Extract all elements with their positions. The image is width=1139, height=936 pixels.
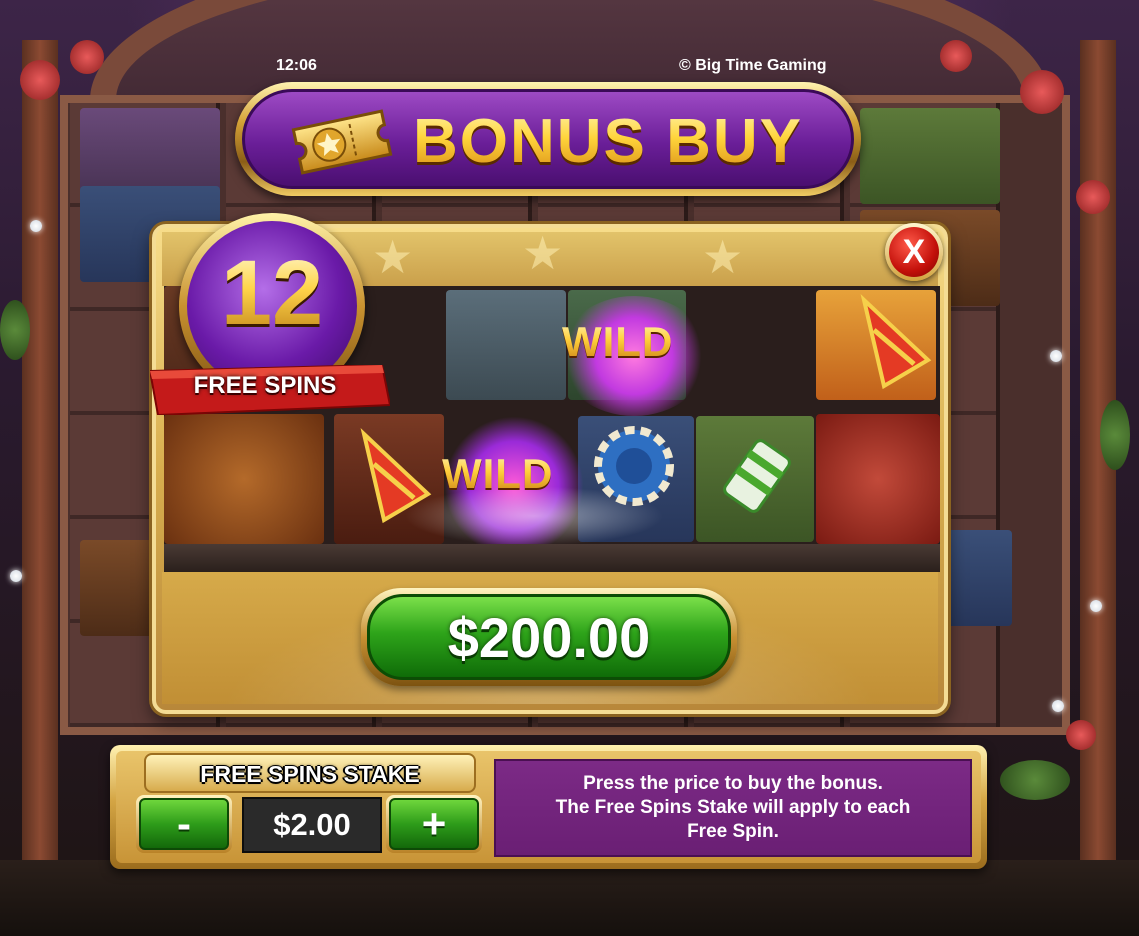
free-spins-count: 12 xyxy=(187,241,357,346)
rose-decoration xyxy=(940,40,972,72)
stake-panel: FREE SPINS STAKE - $2.00 + Press the pri… xyxy=(110,745,987,869)
rocket-cone-symbol xyxy=(360,428,432,524)
star-decoration: ★ xyxy=(522,226,564,280)
free-spins-label: FREE SPINS xyxy=(193,372,337,399)
wild-symbol: WILD xyxy=(562,318,674,365)
banner-title: BONUS BUY xyxy=(413,107,804,176)
stake-panel-body: FREE SPINS STAKE - $2.00 + Press the pri… xyxy=(116,751,981,863)
reel-symbol xyxy=(940,530,1012,626)
instructions-line: The Free Spins Stake will apply to each xyxy=(555,797,911,818)
bonus-buy-banner: BONUS BUY xyxy=(235,82,861,196)
close-button[interactable]: X xyxy=(885,223,943,281)
stake-title: FREE SPINS STAKE xyxy=(200,761,420,787)
right-pillar xyxy=(1080,40,1116,936)
left-pillar xyxy=(22,40,58,936)
light-bulb xyxy=(10,570,22,582)
stake-increase-button[interactable]: + xyxy=(386,795,482,853)
stake-decrease-button[interactable]: - xyxy=(136,795,232,853)
star-decoration: ★ xyxy=(372,230,414,284)
light-bulb xyxy=(1052,700,1064,712)
light-bulb xyxy=(1090,600,1102,612)
preview-bottom-rail xyxy=(164,544,940,572)
preview-tile xyxy=(164,414,324,544)
rose-decoration xyxy=(1076,180,1110,214)
minus-icon[interactable]: - xyxy=(139,798,229,850)
copyright-text: © Big Time Gaming xyxy=(679,57,827,74)
clock: 12:06 xyxy=(276,57,317,74)
close-icon[interactable]: X xyxy=(889,227,939,277)
ground xyxy=(0,860,1139,936)
buy-price-button[interactable]: $200.00 xyxy=(361,588,737,686)
star-decoration: ★ xyxy=(702,230,744,284)
rose-decoration xyxy=(1020,70,1064,114)
rose-decoration xyxy=(20,60,60,100)
rose-decoration xyxy=(1066,720,1096,750)
vine-decoration xyxy=(1000,760,1070,800)
vine-decoration xyxy=(1100,400,1130,470)
light-bulb xyxy=(30,220,42,232)
ticket-star-icon xyxy=(291,109,393,175)
wild-symbol: WILD xyxy=(442,450,554,497)
rose-decoration xyxy=(70,40,104,74)
instructions-line: Free Spin. xyxy=(687,821,779,842)
preview-tile xyxy=(446,290,566,400)
buy-price-label[interactable]: $200.00 xyxy=(367,594,731,680)
vine-decoration xyxy=(0,300,30,360)
firecracker-symbol xyxy=(723,439,791,513)
reel-symbol xyxy=(860,108,1000,204)
rocket-cone-symbol xyxy=(860,294,932,390)
stake-value: $2.00 xyxy=(242,797,382,853)
plus-icon[interactable]: + xyxy=(389,798,479,850)
instructions-line: Press the price to buy the bonus. xyxy=(583,773,883,794)
banner-plate: BONUS BUY xyxy=(242,89,854,189)
chip-symbol xyxy=(594,426,674,506)
preview-tile xyxy=(816,414,940,544)
instructions-box: Press the price to buy the bonus. The Fr… xyxy=(494,759,972,857)
light-bulb xyxy=(1050,350,1062,362)
